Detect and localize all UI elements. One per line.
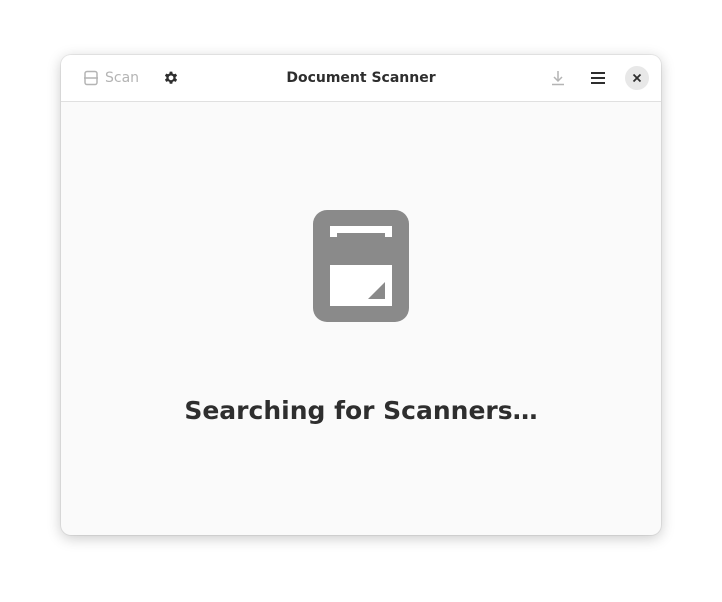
status-page: Searching for Scanners… (61, 102, 661, 535)
main-menu-button[interactable] (582, 62, 614, 94)
status-title: Searching for Scanners… (184, 396, 538, 425)
app-window: Scan Document Scanner Searching for Scan… (61, 55, 661, 535)
hamburger-menu-icon (590, 71, 606, 85)
document-scanner-icon (313, 210, 409, 322)
download-icon (550, 70, 566, 86)
scanner-icon (83, 70, 99, 86)
close-button[interactable] (625, 66, 649, 90)
scan-button-label: Scan (105, 70, 140, 86)
save-button[interactable] (542, 62, 574, 94)
header-bar: Scan Document Scanner (61, 55, 661, 102)
settings-button[interactable] (155, 62, 187, 94)
gear-icon (162, 69, 180, 87)
close-icon (632, 73, 642, 83)
scan-button[interactable]: Scan (75, 62, 147, 94)
